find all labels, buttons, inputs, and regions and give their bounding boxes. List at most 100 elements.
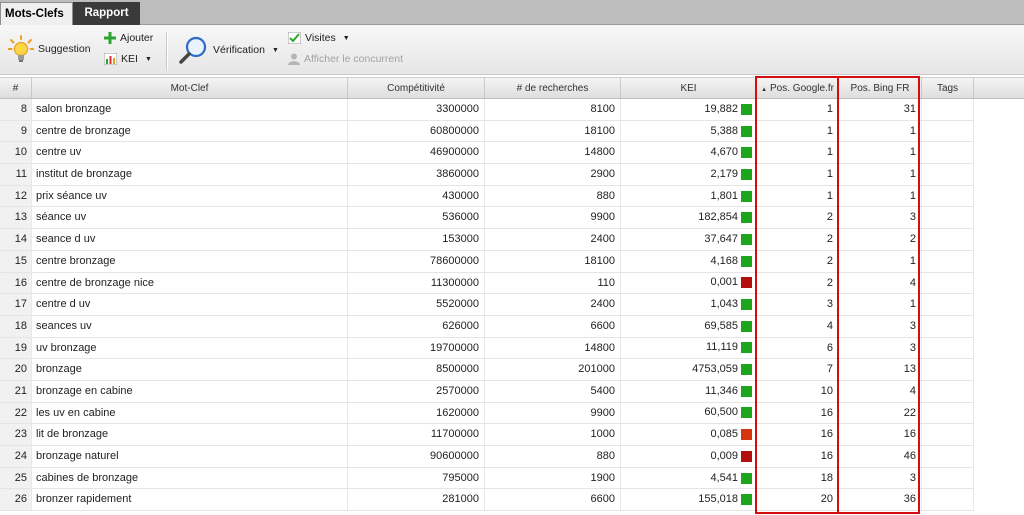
keyword-cell[interactable]: bronzage en cabine: [32, 380, 348, 402]
kei-cell[interactable]: 4,541: [621, 467, 757, 489]
table-row[interactable]: 15 centre bronzage 78600000 18100 4,168 2 1: [0, 250, 974, 273]
recherches-cell[interactable]: 2400: [485, 294, 621, 315]
kei-cell[interactable]: 2,179: [621, 164, 757, 185]
keyword-cell[interactable]: bronzage naturel: [32, 446, 348, 467]
competitivite-cell[interactable]: 90600000: [348, 446, 485, 467]
competitivite-cell[interactable]: 2570000: [348, 380, 485, 402]
google-position-cell[interactable]: 16: [757, 402, 839, 424]
bing-position-cell[interactable]: 4: [839, 272, 922, 294]
google-position-cell[interactable]: 2: [757, 229, 839, 250]
tags-cell[interactable]: [922, 467, 974, 489]
kei-cell[interactable]: 0,085: [621, 424, 757, 445]
suggestion-button[interactable]: Suggestion: [8, 35, 91, 63]
kei-cell[interactable]: 5,388: [621, 120, 757, 142]
row-number[interactable]: 9: [0, 120, 32, 142]
keyword-cell[interactable]: seance d uv: [32, 229, 348, 250]
competitivite-cell[interactable]: 430000: [348, 185, 485, 207]
tags-cell[interactable]: [922, 294, 974, 315]
table-row[interactable]: 21 bronzage en cabine 2570000 5400 11,346 10 4: [0, 380, 974, 403]
competitivite-cell[interactable]: 11700000: [348, 424, 485, 445]
google-position-cell[interactable]: 2: [757, 207, 839, 229]
google-position-cell[interactable]: 1: [757, 142, 839, 164]
bing-position-cell[interactable]: 3: [839, 467, 922, 489]
kei-cell[interactable]: 182,854: [621, 207, 757, 229]
column-header-tags[interactable]: Tags: [922, 78, 974, 98]
competitivite-cell[interactable]: 8500000: [348, 359, 485, 380]
tags-cell[interactable]: [922, 424, 974, 445]
tags-cell[interactable]: [922, 229, 974, 250]
google-position-cell[interactable]: 1: [757, 185, 839, 207]
table-row[interactable]: 12 prix séance uv 430000 880 1,801 1 1: [0, 185, 974, 208]
table-row[interactable]: 17 centre d uv 5520000 2400 1,043 3 1: [0, 294, 974, 316]
bing-position-cell[interactable]: 16: [839, 424, 922, 445]
table-row[interactable]: 24 bronzage naturel 90600000 880 0,009 16 46: [0, 446, 974, 468]
recherches-cell[interactable]: 6600: [485, 489, 621, 511]
keyword-cell[interactable]: centre uv: [32, 142, 348, 164]
row-number[interactable]: 10: [0, 142, 32, 164]
table-row[interactable]: 18 seances uv 626000 6600 69,585 4 3: [0, 315, 974, 338]
recherches-cell[interactable]: 5400: [485, 380, 621, 402]
row-number[interactable]: 11: [0, 164, 32, 185]
row-number[interactable]: 17: [0, 294, 32, 315]
row-number[interactable]: 20: [0, 359, 32, 380]
column-header-competitivite[interactable]: Compétitivité: [348, 78, 485, 98]
keyword-cell[interactable]: uv bronzage: [32, 337, 348, 359]
table-row[interactable]: 13 séance uv 536000 9900 182,854 2 3: [0, 207, 974, 230]
column-header-recherches[interactable]: # de recherches: [485, 78, 621, 98]
google-position-cell[interactable]: 2: [757, 250, 839, 272]
afficher-concurrent-button[interactable]: Afficher le concurrent: [288, 53, 403, 65]
bing-position-cell[interactable]: 1: [839, 120, 922, 142]
competitivite-cell[interactable]: 19700000: [348, 337, 485, 359]
row-number[interactable]: 19: [0, 337, 32, 359]
row-number[interactable]: 14: [0, 229, 32, 250]
verification-button[interactable]: Vérification ▼: [179, 36, 279, 64]
kei-cell[interactable]: 0,001: [621, 272, 757, 294]
keyword-cell[interactable]: cabines de bronzage: [32, 467, 348, 489]
recherches-cell[interactable]: 110: [485, 272, 621, 294]
keyword-cell[interactable]: salon bronzage: [32, 99, 348, 120]
column-header-kei[interactable]: KEI: [621, 78, 757, 98]
bing-position-cell[interactable]: 1: [839, 142, 922, 164]
recherches-cell[interactable]: 201000: [485, 359, 621, 380]
recherches-cell[interactable]: 9900: [485, 402, 621, 424]
keyword-cell[interactable]: séance uv: [32, 207, 348, 229]
column-header-num[interactable]: #: [0, 78, 32, 98]
tags-cell[interactable]: [922, 315, 974, 337]
tags-cell[interactable]: [922, 250, 974, 272]
kei-cell[interactable]: 37,647: [621, 229, 757, 250]
tab-mots-clefs[interactable]: Mots-Clefs: [0, 2, 73, 25]
recherches-cell[interactable]: 14800: [485, 142, 621, 164]
tags-cell[interactable]: [922, 337, 974, 359]
kei-cell[interactable]: 4,168: [621, 250, 757, 272]
bing-position-cell[interactable]: 1: [839, 294, 922, 315]
table-row[interactable]: 11 institut de bronzage 3860000 2900 2,179 1 1: [0, 164, 974, 186]
tab-rapport[interactable]: Rapport: [73, 2, 140, 25]
competitivite-cell[interactable]: 5520000: [348, 294, 485, 315]
bing-position-cell[interactable]: 31: [839, 99, 922, 120]
kei-button[interactable]: KEI ▼: [104, 53, 152, 65]
row-number[interactable]: 8: [0, 99, 32, 120]
table-row[interactable]: 16 centre de bronzage nice 11300000 110 0,00…: [0, 272, 974, 295]
kei-cell[interactable]: 19,882: [621, 99, 757, 120]
bing-position-cell[interactable]: 3: [839, 315, 922, 337]
row-number[interactable]: 25: [0, 467, 32, 489]
kei-cell[interactable]: 4,670: [621, 142, 757, 164]
google-position-cell[interactable]: 2: [757, 272, 839, 294]
keyword-cell[interactable]: bronzer rapidement: [32, 489, 348, 511]
bing-position-cell[interactable]: 36: [839, 489, 922, 511]
competitivite-cell[interactable]: 1620000: [348, 402, 485, 424]
table-row[interactable]: 20 bronzage 8500000 201000 4753,059 7 13: [0, 359, 974, 381]
row-number[interactable]: 23: [0, 424, 32, 445]
tags-cell[interactable]: [922, 446, 974, 467]
tags-cell[interactable]: [922, 207, 974, 229]
bing-position-cell[interactable]: 1: [839, 164, 922, 185]
tags-cell[interactable]: [922, 402, 974, 424]
kei-cell[interactable]: 60,500: [621, 402, 757, 424]
column-header-keyword[interactable]: Mot-Clef: [32, 78, 348, 98]
competitivite-cell[interactable]: 153000: [348, 229, 485, 250]
google-position-cell[interactable]: 1: [757, 99, 839, 120]
kei-cell[interactable]: 0,009: [621, 446, 757, 467]
recherches-cell[interactable]: 880: [485, 185, 621, 207]
bing-position-cell[interactable]: 1: [839, 185, 922, 207]
keyword-cell[interactable]: institut de bronzage: [32, 164, 348, 185]
